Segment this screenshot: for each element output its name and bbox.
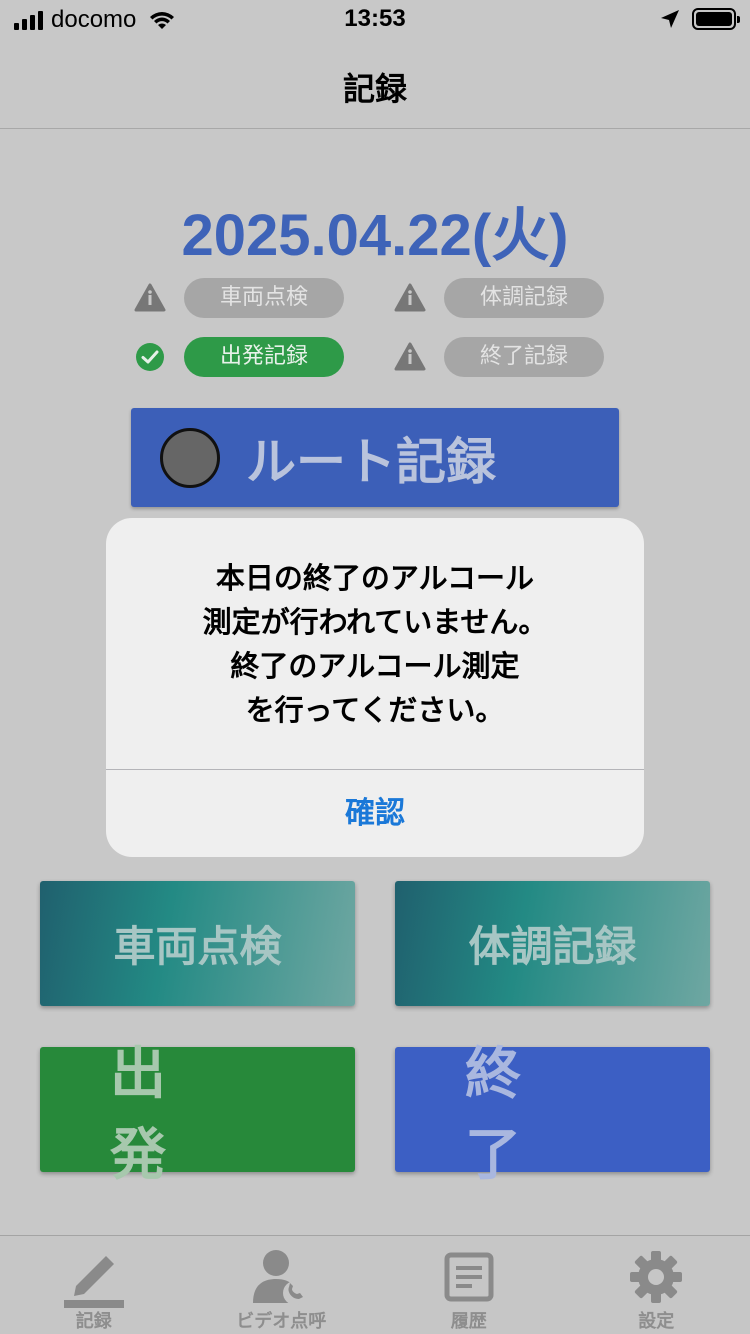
finish-label: 終了 [465, 1041, 591, 1188]
battery-icon [692, 8, 740, 30]
pencil-icon [63, 1256, 124, 1308]
current-date: 2025.04.22(火) [181, 203, 569, 268]
route-record-button[interactable]: ルート記録 [131, 408, 619, 507]
tab-video-call[interactable]: ビデオ点呼 [188, 1236, 376, 1334]
vehicle-check-button[interactable]: 車両点検 [40, 881, 355, 1006]
tab-label-video-call: ビデオ点呼 [236, 1311, 327, 1332]
status-item-vehicle-check: 車両点検 [134, 278, 344, 318]
status-pill-departure-record: 出発記録 [184, 337, 344, 377]
gear-icon [630, 1251, 683, 1303]
page-title: 記録 [342, 70, 407, 108]
navigation-bar: 記録 [0, 40, 750, 129]
vehicle-check-label: 車両点検 [113, 922, 282, 971]
location-arrow-icon [661, 10, 679, 28]
tab-history[interactable]: 履歴 [375, 1236, 563, 1334]
alert-dialog: 本日の終了のアルコール 測定が行われていません。 終了のアルコール測定 を行って… [106, 518, 644, 857]
depart-button[interactable]: 出発 [40, 1042, 355, 1188]
tab-bar: 記録 ビデオ点呼 履歴 設定 [0, 1235, 750, 1334]
status-pill-health-record: 体調記録 [444, 278, 604, 318]
status-bar-right [660, 8, 740, 30]
status-pill-vehicle-check: 車両点検 [184, 278, 344, 318]
status-pill-end-record: 終了記録 [444, 337, 604, 377]
history-doc-icon [444, 1252, 494, 1302]
check-circle-icon [136, 343, 164, 371]
info-icon [394, 283, 426, 312]
finish-button[interactable]: 終了 [395, 1042, 710, 1188]
info-icon [134, 283, 166, 312]
tab-record[interactable]: 記録 [0, 1236, 188, 1334]
status-item-health-record: 体調記録 [394, 278, 604, 318]
alert-message-line: 測定が行われていません。 [202, 605, 548, 639]
record-indicator-icon [160, 427, 220, 488]
health-record-label: 体調記録 [468, 922, 637, 971]
route-record-label: ルート記録 [246, 432, 496, 491]
video-call-person-icon [253, 1250, 308, 1305]
info-icon [394, 342, 426, 371]
alert-message-line: を行ってください。 [245, 693, 505, 727]
tab-label-record: 記録 [75, 1311, 112, 1332]
alert-message-line: 本日の終了のアルコール [215, 561, 535, 595]
tab-label-history: 履歴 [450, 1311, 487, 1332]
tab-label-settings: 設定 [638, 1311, 675, 1332]
alert-message-line: 終了のアルコール測定 [230, 649, 520, 683]
status-time: 13:53 [344, 5, 406, 32]
alert-message: 本日の終了のアルコール 測定が行われていません。 終了のアルコール測定 を行って… [106, 556, 644, 732]
status-item-departure-record: 出発記録 [134, 337, 344, 377]
status-item-end-record: 終了記録 [394, 337, 604, 377]
tab-settings[interactable]: 設定 [563, 1236, 750, 1334]
health-record-button[interactable]: 体調記録 [395, 881, 710, 1006]
status-bar: docomo 13:53 [0, 0, 750, 40]
depart-label: 出発 [110, 1041, 236, 1188]
confirm-button[interactable]: 確認 [106, 770, 644, 857]
